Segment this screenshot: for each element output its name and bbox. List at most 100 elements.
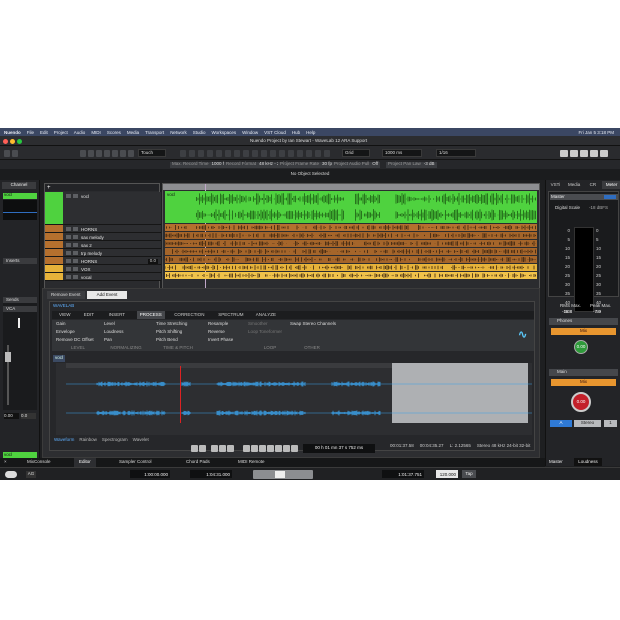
edit-tool-icon[interactable] <box>306 149 312 157</box>
tool-icon[interactable] <box>128 149 134 157</box>
menu-transport[interactable]: Transport <box>145 130 164 135</box>
track-row[interactable]: trp melody <box>45 249 161 257</box>
section-inserts[interactable]: Inserts <box>3 258 37 264</box>
edit-tool-icon[interactable] <box>315 149 321 157</box>
tab-meter[interactable]: Meter <box>602 181 620 189</box>
process-smoother[interactable]: Smoother <box>248 321 268 327</box>
process-gain[interactable]: Gain <box>56 321 66 327</box>
zone-toggle-icon[interactable] <box>570 149 578 157</box>
process-swap-stereo-channels[interactable]: Swap Stereo Channels <box>290 321 336 327</box>
info-field[interactable]: Project Pan Law -3 dB <box>386 161 437 168</box>
process-time-stretching[interactable]: Time Stretching <box>156 321 187 327</box>
performance-icon[interactable] <box>5 471 17 478</box>
editor-transport-button[interactable] <box>199 445 206 452</box>
main-level-knob[interactable]: 0.00 <box>571 392 591 412</box>
menu-project[interactable]: Project <box>54 130 68 135</box>
audio-event[interactable] <box>165 272 537 279</box>
tap-tempo-button[interactable]: Tap <box>462 470 476 478</box>
edit-tool-icon[interactable] <box>198 149 204 157</box>
pan-value[interactable]: 0.0 <box>21 413 36 419</box>
tab-process[interactable]: PROCESS <box>136 311 165 319</box>
view-mode-waveform[interactable]: Waveform <box>54 437 74 444</box>
edit-tool-icon[interactable] <box>261 149 267 157</box>
section-vca[interactable]: VCA <box>3 306 37 312</box>
track-row[interactable]: vocl <box>45 192 161 225</box>
editor-transport-button[interactable] <box>191 445 198 452</box>
menu-vst-cloud[interactable]: VST Cloud <box>264 130 286 135</box>
tool-icon[interactable] <box>120 149 126 157</box>
track-row[interactable]: sax melody <box>45 233 161 241</box>
editor-transport-button[interactable] <box>267 445 274 452</box>
process-loudness[interactable]: Loudness <box>104 329 124 335</box>
tab-channel[interactable]: Channel <box>2 182 36 189</box>
menu-midi[interactable]: MIDI <box>91 130 101 135</box>
waveform-display[interactable] <box>56 363 532 435</box>
process-invert-phase[interactable]: Invert Phase <box>208 337 233 343</box>
main-header[interactable]: Main <box>549 369 618 376</box>
zone-toggle-icon[interactable] <box>600 149 608 157</box>
process-envelope[interactable]: Envelope <box>56 329 75 335</box>
editor-transport-button[interactable] <box>227 445 234 452</box>
tab-correction[interactable]: CORRECTION <box>171 311 207 319</box>
solo-button[interactable] <box>73 259 78 263</box>
volume-value[interactable]: 0.00 <box>4 413 19 419</box>
edit-tool-icon[interactable] <box>216 149 222 157</box>
edit-tool-icon[interactable] <box>297 149 303 157</box>
editor-transport-button[interactable] <box>283 445 290 452</box>
solo-button[interactable] <box>73 267 78 271</box>
edit-tool-icon[interactable] <box>207 149 213 157</box>
process-pan[interactable]: Pan <box>104 337 112 343</box>
track-row[interactable]: vocal <box>45 273 161 281</box>
track-value[interactable]: 0.0 <box>147 258 158 264</box>
view-mode-wavelet[interactable]: Wavelet <box>133 437 149 444</box>
edit-tool-icon[interactable] <box>225 149 231 157</box>
volume-fader[interactable] <box>5 352 11 362</box>
add-track-icon[interactable]: + <box>47 185 51 191</box>
track-row[interactable]: HORNS 0.0 <box>45 257 161 265</box>
process-loop-toneformer[interactable]: Loop Toneformer <box>248 329 282 335</box>
menu-network[interactable]: Network <box>170 130 187 135</box>
edit-tool-icon[interactable] <box>279 149 285 157</box>
tool-icon[interactable] <box>96 149 102 157</box>
tab-cr[interactable]: CR <box>584 181 603 189</box>
edit-tool-icon[interactable] <box>243 149 249 157</box>
tool-icon[interactable] <box>112 149 118 157</box>
tab-chord-pads[interactable]: Chord Pads <box>181 458 215 467</box>
menu-hub[interactable]: Hub <box>292 130 300 135</box>
menu-audio[interactable]: Audio <box>74 130 86 135</box>
quantize-select[interactable]: 1/16 <box>436 149 476 157</box>
mute-button[interactable] <box>66 259 71 263</box>
solo-button[interactable] <box>73 275 78 279</box>
edit-tool-icon[interactable] <box>270 149 276 157</box>
process-pitch-shifting[interactable]: Pitch Shifting <box>156 329 182 335</box>
section-sends[interactable]: Sends <box>3 297 37 303</box>
menu-help[interactable]: Help <box>306 130 315 135</box>
wavelab-playhead[interactable] <box>180 366 181 423</box>
inspector-track-name[interactable]: vocl <box>3 192 37 199</box>
info-field[interactable]: Project Audio Pull Off <box>332 161 381 168</box>
editor-transport-button[interactable] <box>243 445 250 452</box>
tab-edit[interactable]: EDIT <box>81 311 97 319</box>
menu-workspaces[interactable]: Workspaces <box>211 130 236 135</box>
undo-icon[interactable] <box>4 149 10 157</box>
timeline-ruler[interactable] <box>163 184 539 190</box>
solo-button[interactable] <box>73 235 78 239</box>
menu-file[interactable]: File <box>27 130 34 135</box>
primary-time-display[interactable]: 1:01:37.751 <box>382 470 424 478</box>
close-lower-zone-icon[interactable]: × <box>4 459 7 465</box>
zoom-window-button[interactable] <box>17 138 22 144</box>
editor-transport-button[interactable] <box>211 445 218 452</box>
phones-level-knob[interactable]: 0.00 <box>574 340 588 354</box>
edit-tool-icon[interactable] <box>288 149 294 157</box>
zone-toggle-icon[interactable] <box>590 149 598 157</box>
right-locator[interactable]: 1:04:31.000 <box>190 470 232 478</box>
stop-button[interactable] <box>275 471 285 478</box>
info-field[interactable]: Project Frame Rate 30 fps <box>278 161 337 168</box>
mute-button[interactable] <box>66 227 71 231</box>
process-resample[interactable]: Resample <box>208 321 228 327</box>
menu-media[interactable]: Media <box>127 130 139 135</box>
edit-tool-icon[interactable] <box>189 149 195 157</box>
tool-icon[interactable] <box>88 149 94 157</box>
tab-view[interactable]: VIEW <box>56 311 74 319</box>
audio-event[interactable] <box>165 256 537 263</box>
